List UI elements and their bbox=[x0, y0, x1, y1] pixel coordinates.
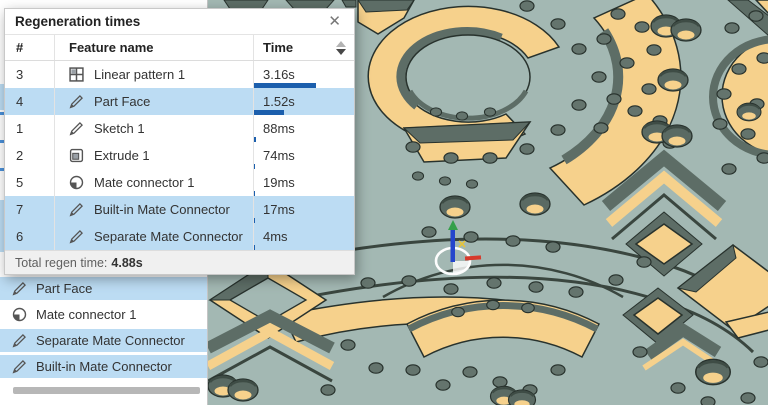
feature-icon bbox=[12, 359, 27, 374]
close-icon[interactable]: ✕ bbox=[325, 14, 344, 29]
feature-number: 5 bbox=[5, 169, 55, 196]
feature-label: Mate connector 1 bbox=[36, 307, 136, 322]
feature-icon bbox=[69, 229, 84, 244]
feature-name: Mate connector 1 bbox=[94, 175, 194, 190]
regen-table-row[interactable]: 2 Extrude 1 74ms bbox=[5, 142, 354, 169]
feature-tree-item[interactable]: Built-in Mate Connector bbox=[0, 355, 207, 378]
feature-tree-list: Part Face Mate connector 1 Separate Mate… bbox=[0, 277, 207, 381]
total-regen-value: 4.88s bbox=[111, 256, 142, 270]
table-header-row: # Feature name Time bbox=[5, 34, 354, 61]
feature-label: Built-in Mate Connector bbox=[36, 359, 172, 374]
regen-time-bar bbox=[254, 245, 255, 250]
feature-icon bbox=[12, 281, 27, 296]
feature-number: 7 bbox=[5, 196, 55, 223]
regen-table-row[interactable]: 4 Part Face 1.52s bbox=[5, 88, 354, 115]
feature-name: Built-in Mate Connector bbox=[94, 202, 230, 217]
feature-icon bbox=[69, 67, 84, 82]
regen-table-row[interactable]: 1 Sketch 1 88ms bbox=[5, 115, 354, 142]
feature-number: 6 bbox=[5, 223, 55, 250]
column-header-feature-name[interactable]: Feature name bbox=[55, 35, 254, 60]
column-header-time[interactable]: Time bbox=[254, 35, 354, 60]
feature-number: 2 bbox=[5, 142, 55, 169]
feature-label: Separate Mate Connector bbox=[36, 333, 185, 348]
regen-time-value: 74ms bbox=[263, 148, 295, 163]
regeneration-times-dialog: Regeneration times ✕ # Feature name Time… bbox=[4, 8, 355, 275]
feature-name: Extrude 1 bbox=[94, 148, 150, 163]
regen-time-value: 17ms bbox=[263, 202, 295, 217]
regen-time-value: 3.16s bbox=[263, 67, 295, 82]
feature-icon bbox=[69, 202, 84, 217]
sort-icon[interactable] bbox=[336, 41, 346, 55]
column-header-number[interactable]: # bbox=[5, 35, 55, 60]
regen-table-row[interactable]: 5 Mate connector 1 19ms bbox=[5, 169, 354, 196]
feature-label: Part Face bbox=[36, 281, 92, 296]
feature-name: Sketch 1 bbox=[94, 121, 145, 136]
regen-time-value: 88ms bbox=[263, 121, 295, 136]
feature-name: Separate Mate Connector bbox=[94, 229, 243, 244]
z-axis bbox=[451, 228, 456, 262]
regen-table-body: 3 Linear pattern 1 3.16s 4 Part Face 1.5… bbox=[5, 61, 354, 250]
dialog-header: Regeneration times ✕ bbox=[5, 9, 354, 34]
rollback-bar[interactable] bbox=[13, 387, 200, 394]
dialog-footer: Total regen time: 4.88s bbox=[5, 250, 354, 274]
feature-number: 4 bbox=[5, 88, 55, 115]
feature-tree-item[interactable]: Part Face bbox=[0, 277, 207, 300]
feature-icon bbox=[69, 148, 84, 163]
sort-down-arrow bbox=[336, 49, 346, 55]
sort-up-arrow bbox=[336, 41, 346, 47]
feature-icon bbox=[12, 307, 27, 322]
feature-name: Part Face bbox=[94, 94, 150, 109]
feature-icon bbox=[12, 333, 27, 348]
regen-time-value: 4ms bbox=[263, 229, 288, 244]
feature-name: Linear pattern 1 bbox=[94, 67, 185, 82]
regen-time-value: 1.52s bbox=[263, 94, 295, 109]
regen-table-row[interactable]: 3 Linear pattern 1 3.16s bbox=[5, 61, 354, 88]
feature-tree-item[interactable]: Separate Mate Connector bbox=[0, 329, 207, 352]
feature-icon bbox=[69, 121, 84, 136]
feature-tree-item[interactable]: Mate connector 1 bbox=[0, 303, 207, 326]
feature-number: 3 bbox=[5, 61, 55, 88]
feature-number: 1 bbox=[5, 115, 55, 142]
feature-icon bbox=[69, 94, 84, 109]
dialog-title: Regeneration times bbox=[15, 14, 325, 29]
regen-time-value: 19ms bbox=[263, 175, 295, 190]
regen-table-row[interactable]: 6 Separate Mate Connector 4ms bbox=[5, 223, 354, 250]
regen-table-row[interactable]: 7 Built-in Mate Connector 17ms bbox=[5, 196, 354, 223]
feature-icon bbox=[69, 175, 84, 190]
total-regen-label: Total regen time: bbox=[15, 256, 107, 270]
